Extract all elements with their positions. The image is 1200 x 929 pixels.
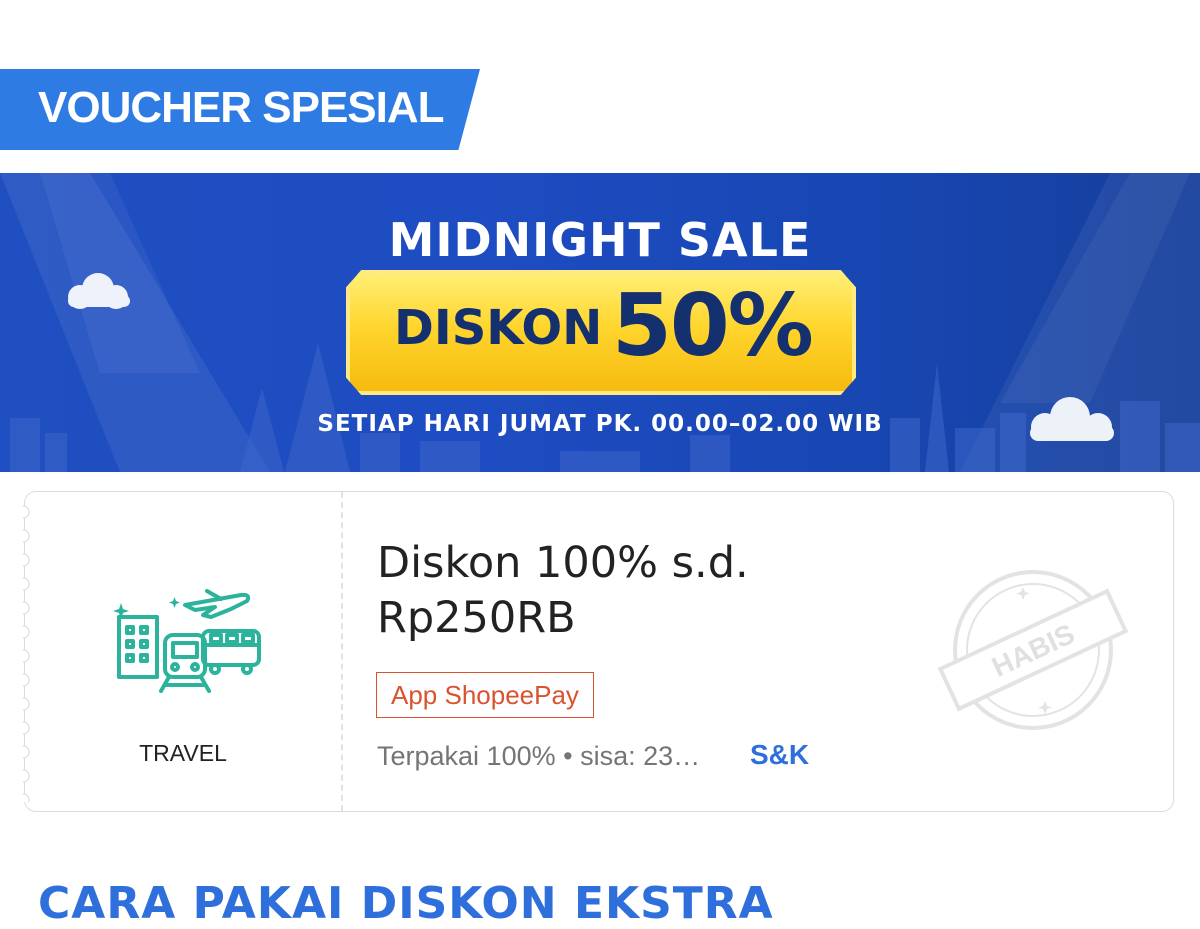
terms-link[interactable]: S&K (750, 739, 809, 771)
voucher-platform-tag: App ShopeePay (376, 672, 594, 718)
voucher-usage-status: Terpakai 100% • sisa: 23… (377, 741, 701, 771)
discount-word: DISKON (394, 300, 603, 356)
section-title: VOUCHER SPESIAL (38, 83, 445, 132)
voucher-category-panel: TRAVEL (25, 492, 343, 811)
voucher-category-label: TRAVEL (139, 740, 227, 766)
banner-schedule: SETIAP HARI JUMAT PK. 00.00–02.00 WIB (317, 411, 883, 437)
banner-headline: MIDNIGHT SALE (388, 213, 812, 267)
voucher-title: Diskon 100% s.d. Rp250RB (377, 536, 937, 646)
discount-plate: DISKON 50% (346, 270, 856, 395)
voucher-card[interactable]: TRAVEL Diskon 100% s.d. Rp250RB App Shop… (23, 491, 1174, 812)
section-header: VOUCHER SPESIAL (0, 69, 480, 150)
voucher-title-line2: Rp250RB (377, 593, 576, 643)
sold-out-stamp: HABIS (937, 570, 1129, 730)
voucher-title-line1: Diskon 100% s.d. (377, 538, 749, 588)
travel-icon (113, 589, 261, 693)
next-section-title: CARA PAKAI DISKON EKSTRA (38, 878, 774, 929)
promo-banner[interactable]: MIDNIGHT SALE DISKON 50% SETIAP HARI JUM… (0, 173, 1200, 472)
discount-value: 50% (612, 276, 814, 376)
